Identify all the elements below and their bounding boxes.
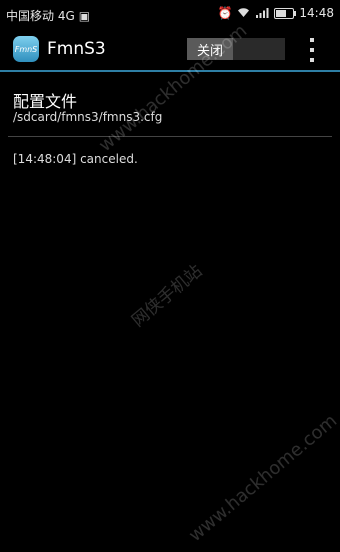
signal-icon — [255, 7, 269, 20]
section-divider — [8, 136, 332, 137]
action-bar-divider — [0, 70, 340, 72]
config-file-title[interactable]: 配置文件 — [13, 88, 77, 112]
status-bar: 中国移动 4G ▣ ⏰ 14:48 — [0, 0, 340, 30]
wifi-icon — [237, 7, 250, 20]
carrier-label: 中国移动 4G — [6, 9, 75, 23]
status-left: 中国移动 4G ▣ — [6, 7, 90, 24]
overflow-menu-icon[interactable] — [306, 38, 318, 62]
notification-image-icon: ▣ — [78, 8, 91, 23]
app-icon[interactable]: FmnS — [13, 36, 39, 62]
watermark: 网侠手机站 — [128, 261, 207, 332]
app-title: FmnS3 — [47, 39, 106, 59]
watermark: www.hackhome.com — [185, 410, 340, 547]
alarm-icon: ⏰ — [217, 6, 233, 20]
status-right: ⏰ 14:48 — [217, 6, 334, 20]
action-bar: FmnS FmnS3 关闭 — [0, 30, 340, 70]
app-icon-text: FmnS — [14, 44, 38, 54]
status-time: 14:48 — [299, 6, 334, 20]
log-entry: [14:48:04] canceled. — [13, 152, 138, 166]
battery-icon — [274, 7, 297, 19]
